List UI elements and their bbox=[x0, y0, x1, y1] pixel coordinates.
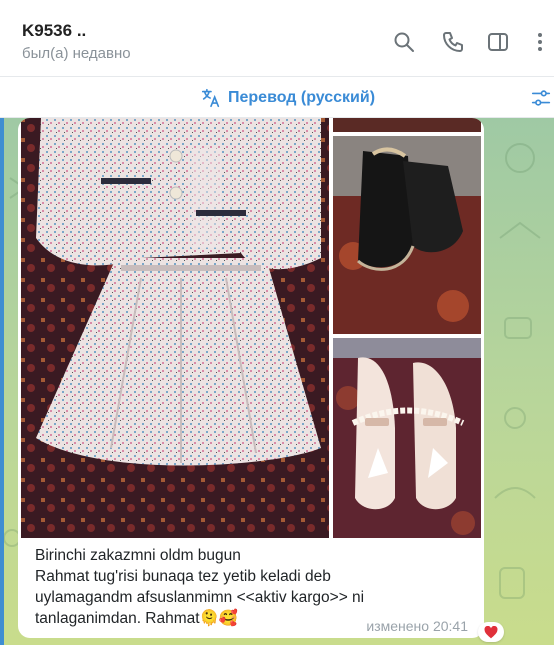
message-bubble[interactable]: Birinchi zakazmni oldm bugun Rahmat tug'… bbox=[18, 118, 484, 638]
chat-header: K9536 .. был(а) недавно bbox=[0, 0, 554, 76]
search-icon[interactable] bbox=[392, 30, 416, 54]
scroll-indicator bbox=[0, 118, 4, 645]
phone-icon[interactable] bbox=[441, 30, 465, 54]
chat-title[interactable]: K9536 .. bbox=[22, 21, 86, 41]
translate-bar: Перевод (русский) bbox=[0, 76, 554, 118]
translate-label: Перевод (русский) bbox=[228, 89, 376, 106]
girls-tweed-jacket-skirt-set-photo[interactable] bbox=[21, 118, 329, 538]
reaction-heart[interactable] bbox=[478, 622, 504, 642]
more-vertical-icon[interactable] bbox=[528, 30, 552, 54]
chat-area: Birinchi zakazmni oldm bugun Rahmat tug'… bbox=[0, 118, 554, 645]
message-edited-time: изменено 20:41 bbox=[366, 618, 468, 634]
caption-line: uylamagandm afsuslanmimn <<aktiv kargo>>… bbox=[35, 589, 365, 606]
translate-button[interactable]: Перевод (русский) bbox=[200, 86, 375, 110]
translate-icon bbox=[201, 88, 220, 108]
photo-top-strip bbox=[333, 118, 481, 132]
heart-icon bbox=[484, 625, 498, 638]
black-ankle-boots-photo[interactable] bbox=[333, 136, 481, 334]
filter-icon[interactable] bbox=[530, 87, 552, 109]
message-caption: Birinchi zakazmni oldm bugun Rahmat tug'… bbox=[35, 545, 475, 629]
caption-line: Rahmat tug'risi bunaqa tez yetib keladi … bbox=[35, 568, 331, 585]
chat-status: был(а) недавно bbox=[22, 45, 131, 62]
caption-line: Birinchi zakazmni oldm bugun bbox=[35, 547, 241, 564]
sidebar-icon[interactable] bbox=[486, 30, 510, 54]
white-pearl-mary-jane-shoes-photo[interactable] bbox=[333, 338, 481, 538]
